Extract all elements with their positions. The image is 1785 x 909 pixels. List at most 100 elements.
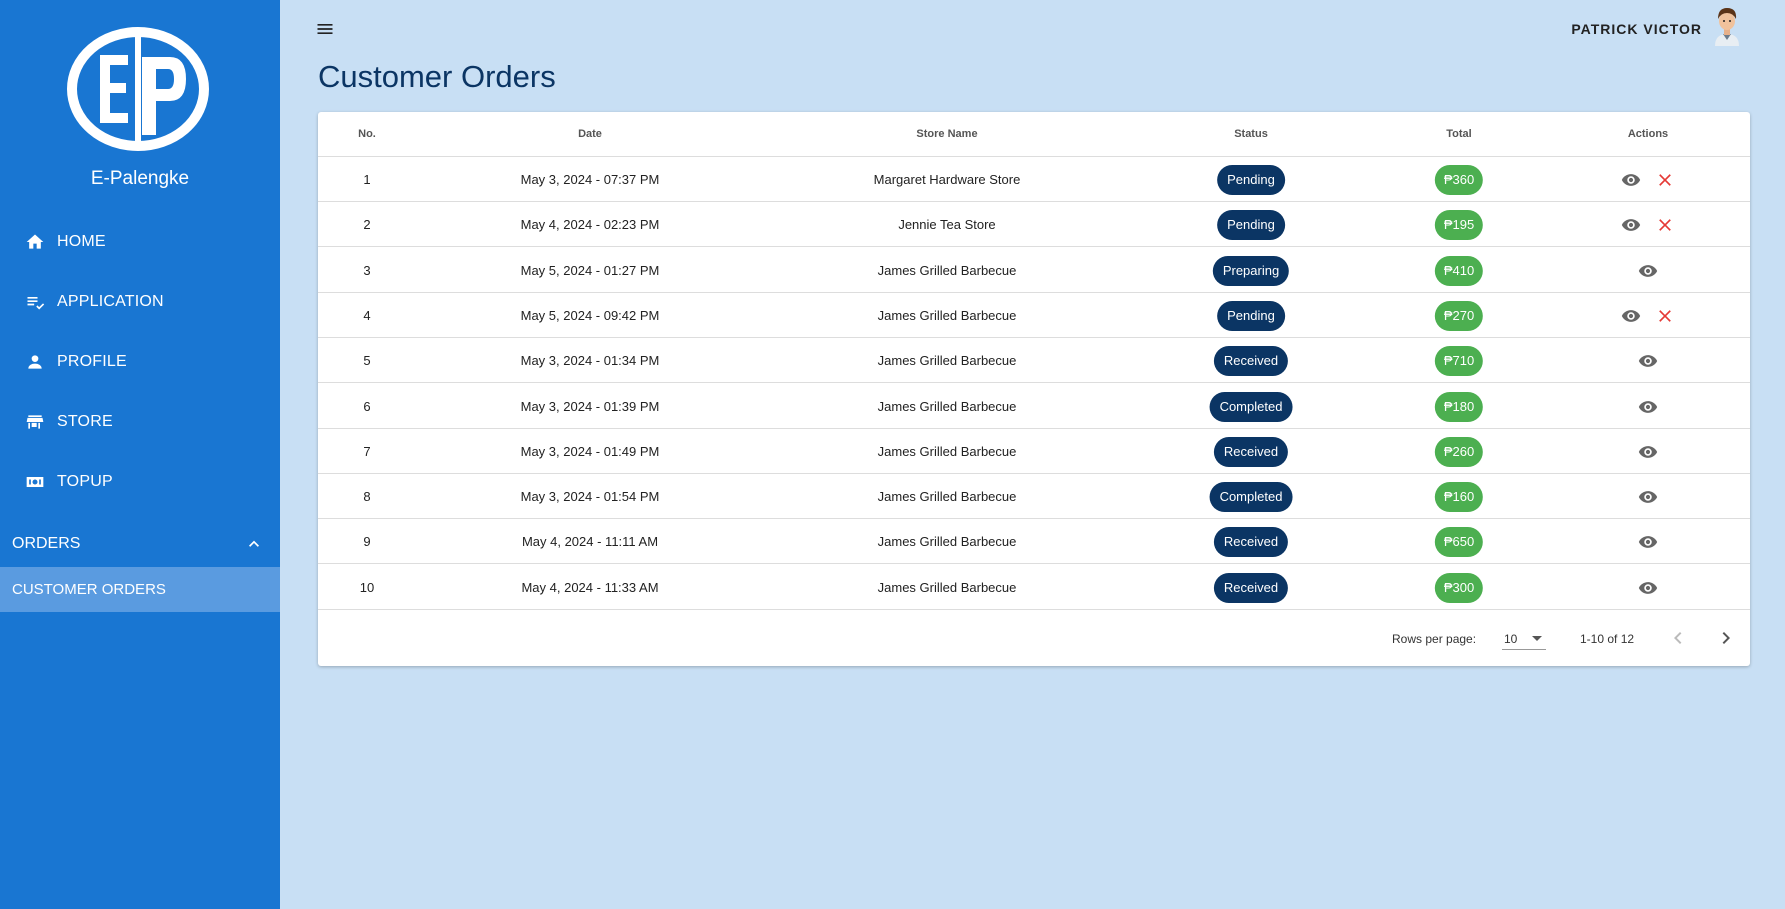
total-badge: ₱180 (1434, 391, 1484, 422)
order-number: 2 (363, 217, 371, 233)
view-icon[interactable] (1637, 442, 1659, 462)
order-date: May 5, 2024 - 01:27 PM (520, 262, 660, 278)
order-date: May 3, 2024 - 07:37 PM (520, 172, 660, 187)
store-icon (26, 415, 44, 429)
store-name: James Grilled Barbecue (877, 398, 1017, 414)
menu-icon[interactable] (315, 19, 335, 39)
sidebar-item-store[interactable]: STORE (0, 400, 280, 444)
table-row: 4 May 5, 2024 - 09:42 PM James Grilled Bar… (318, 293, 1750, 338)
status-badge: Received (1213, 572, 1289, 603)
total-badge: ₱360 (1434, 165, 1484, 195)
sidebar-item-topup[interactable]: TOPUP (0, 460, 280, 504)
total-badge: ₱260 (1434, 436, 1484, 467)
chevron-up-icon (249, 540, 259, 547)
user-name[interactable]: PATRICK VICTOR (1571, 21, 1702, 37)
view-icon[interactable] (1637, 578, 1659, 598)
cancel-icon[interactable] (1654, 306, 1676, 326)
person-icon (28, 355, 42, 369)
store-name: James Grilled Barbecue (877, 353, 1017, 369)
view-icon[interactable] (1637, 351, 1659, 371)
table-header: No. Date Store Name Status Total Actions (318, 112, 1750, 157)
page-title: Customer Orders (318, 59, 556, 94)
store-name: James Grilled Barbecue (877, 262, 1017, 278)
view-icon[interactable] (1637, 487, 1659, 507)
total-badge: ₱270 (1434, 300, 1484, 331)
column-header-actions: Actions (1627, 128, 1669, 140)
order-number: 1 (363, 172, 371, 187)
brand-name: E-Palengke (90, 168, 190, 189)
column-header-date[interactable]: Date (578, 128, 602, 140)
table-row: 1 May 3, 2024 - 07:37 PM Margaret Hardware… (318, 157, 1750, 202)
sidebar-section-label: ORDERS (12, 535, 81, 552)
status-badge: Completed (1209, 482, 1293, 513)
store-name: Margaret Hardware Store (873, 172, 1021, 187)
order-number: 7 (363, 443, 371, 459)
sidebar-item-profile[interactable]: PROFILE (0, 340, 280, 384)
table-row: 9 May 4, 2024 - 11:11 AM James Grilled Bar… (318, 519, 1750, 565)
sidebar: E-Palengke HOME APPLICATION PROFILE STOR… (0, 0, 280, 909)
view-icon[interactable] (1637, 261, 1659, 281)
status-badge: Received (1213, 346, 1289, 377)
order-number: 4 (363, 307, 371, 323)
caret-down-icon (1532, 636, 1542, 641)
rows-per-page-select[interactable]: 10 (1502, 626, 1546, 650)
order-number: 9 (363, 534, 371, 550)
column-header-store-name[interactable]: Store Name (916, 128, 977, 140)
brand-logo (66, 27, 210, 151)
total-badge: ₱710 (1434, 346, 1484, 377)
order-date: May 4, 2024 - 11:33 AM (521, 579, 659, 595)
status-badge: Completed (1209, 391, 1293, 422)
sidebar-item-label: TOPUP (57, 473, 113, 490)
home-icon (26, 234, 44, 249)
view-icon[interactable] (1620, 215, 1642, 235)
column-header-no[interactable]: No. (358, 128, 376, 140)
view-icon[interactable] (1637, 532, 1659, 552)
status-badge: Pending (1217, 210, 1285, 241)
order-number: 3 (363, 262, 371, 278)
table-row: 2 May 4, 2024 - 02:23 PM Jennie Tea Store P… (318, 202, 1750, 248)
sidebar-item-label: APPLICATION (57, 293, 164, 310)
sidebar-item-label: PROFILE (57, 353, 127, 370)
store-name: James Grilled Barbecue (877, 489, 1017, 505)
sidebar-item-customer-orders[interactable]: CUSTOMER ORDERS (0, 567, 280, 612)
pagination-range: 1-10 of 12 (1580, 632, 1635, 646)
sidebar-item-home[interactable]: HOME (0, 220, 280, 264)
total-badge: ₱410 (1434, 255, 1484, 286)
column-header-status[interactable]: Status (1234, 128, 1268, 140)
sidebar-item-application[interactable]: APPLICATION (0, 280, 280, 324)
status-badge: Pending (1217, 300, 1285, 331)
table-row: 3 May 5, 2024 - 01:27 PM James Grilled Bar… (318, 248, 1750, 293)
pagination: Rows per page: 10 1-10 of 12 (318, 612, 1750, 666)
orders-table: No. Date Store Name Status Total Actions… (318, 112, 1750, 666)
status-badge: Preparing (1212, 255, 1290, 286)
view-icon[interactable] (1620, 306, 1642, 326)
order-date: May 5, 2024 - 09:42 PM (520, 307, 660, 323)
sidebar-section-orders[interactable]: ORDERS (0, 524, 280, 564)
rows-per-page-label: Rows per page: (1392, 632, 1477, 646)
table-row: 8 May 3, 2024 - 01:54 PM James Grilled Bar… (318, 474, 1750, 520)
view-icon[interactable] (1637, 397, 1659, 417)
previous-page-icon[interactable] (1666, 626, 1690, 650)
money-icon (26, 477, 44, 487)
cancel-icon[interactable] (1654, 215, 1676, 235)
status-badge: Received (1213, 436, 1289, 467)
avatar[interactable] (1712, 4, 1742, 46)
next-page-icon[interactable] (1714, 626, 1738, 650)
sidebar-item-label: CUSTOMER ORDERS (12, 581, 166, 598)
store-name: James Grilled Barbecue (877, 443, 1017, 459)
order-date: May 3, 2024 - 01:34 PM (520, 353, 660, 369)
table-row: 6 May 3, 2024 - 01:39 PM James Grilled Bar… (318, 384, 1750, 429)
order-date: May 4, 2024 - 11:11 AM (521, 534, 659, 550)
rows-per-page-value: 10 (1504, 632, 1518, 646)
column-header-total[interactable]: Total (1446, 128, 1471, 140)
sidebar-item-label: STORE (57, 413, 113, 430)
store-name: James Grilled Barbecue (877, 534, 1017, 550)
view-icon[interactable] (1620, 170, 1642, 190)
order-number: 10 (359, 579, 375, 595)
cancel-icon[interactable] (1654, 170, 1676, 190)
order-date: May 3, 2024 - 01:39 PM (520, 398, 660, 414)
total-badge: ₱195 (1434, 210, 1484, 241)
total-badge: ₱160 (1434, 482, 1484, 513)
store-name: James Grilled Barbecue (877, 307, 1017, 323)
total-badge: ₱300 (1434, 572, 1484, 603)
